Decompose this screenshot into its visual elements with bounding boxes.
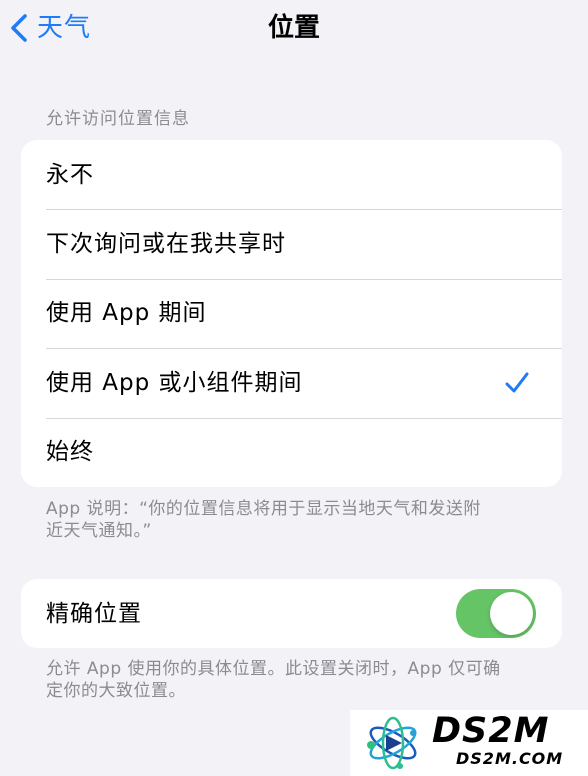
atom-logo — [367, 716, 417, 770]
precise-location-label: 精确位置 — [46, 601, 142, 627]
option-label: 使用 App 或小组件期间 — [46, 369, 303, 396]
option-label: 下次询问或在我共享时 — [46, 231, 286, 258]
precise-location-card: 精确位置 — [21, 579, 562, 648]
watermark-url: DS2M.COM — [456, 749, 564, 768]
toggle-knob — [490, 592, 533, 635]
option-label: 使用 App 期间 — [46, 300, 207, 327]
location-access-options: 永不 下次询问或在我共享时 使用 App 期间 使用 App 或小组件期间 始终 — [21, 140, 562, 487]
option-while-using-app-or-widgets[interactable]: 使用 App 或小组件期间 — [21, 348, 562, 417]
footnote-line: 近天气通知。” — [46, 521, 152, 541]
footnote-line: 定你的大致位置。 — [46, 681, 186, 701]
option-always[interactable]: 始终 — [21, 417, 562, 487]
option-never[interactable]: 永不 — [21, 140, 562, 209]
checkmark-icon — [505, 372, 529, 393]
option-while-using-app[interactable]: 使用 App 期间 — [21, 278, 562, 348]
option-label: 始终 — [46, 439, 94, 466]
footnote-line: 允许 App 使用你的具体位置。此设置关闭时，App 仅可确 — [46, 659, 501, 679]
watermark: DS2M DS2M.COM — [350, 710, 588, 776]
watermark-brand: DS2M — [432, 711, 550, 751]
footnote-line: App 说明：“你的位置信息将用于显示当地天气和发送附 — [46, 499, 481, 519]
option-ask-next-time[interactable]: 下次询问或在我共享时 — [21, 209, 562, 278]
page-title: 位置 — [267, 13, 320, 43]
location-access-header: 允许访问位置信息 — [46, 109, 190, 129]
precise-location-toggle[interactable] — [456, 589, 536, 638]
option-label: 永不 — [46, 161, 94, 188]
precise-location-footnote: 允许 App 使用你的具体位置。此设置关闭时，App 仅可确 定你的大致位置。 — [46, 658, 501, 702]
app-explanation-footnote: App 说明：“你的位置信息将用于显示当地天气和发送附 近天气通知。” — [46, 498, 481, 542]
navigation-bar: 天气 位置 — [0, 0, 588, 58]
